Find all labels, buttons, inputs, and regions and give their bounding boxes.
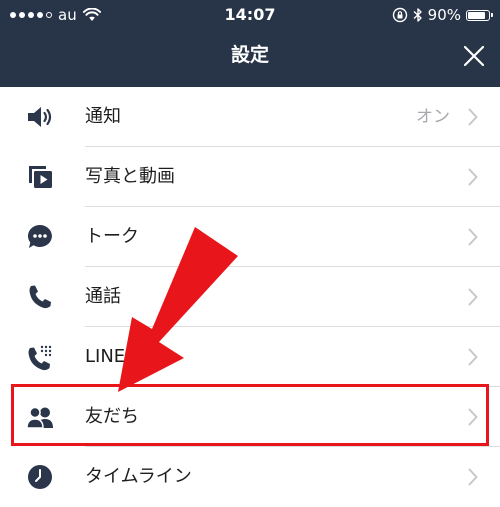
settings-item-label: LINE Out <box>85 346 164 367</box>
status-bar: au 14:07 90% <box>0 0 500 30</box>
chat-bubble-icon <box>25 223 55 251</box>
chevron-right-icon <box>468 348 478 366</box>
photo-video-icon <box>25 163 55 191</box>
settings-item-label: 通話 <box>85 286 121 307</box>
settings-item-notifications[interactable]: 通知 オン <box>0 87 500 147</box>
settings-item-timeline[interactable]: タイムライン <box>0 447 500 507</box>
chevron-right-icon <box>468 288 478 306</box>
settings-item-label: 写真と動画 <box>85 166 175 187</box>
settings-list: 通知 オン 写真と動画 トーク 通話 LINE Out 友だち タイムライン <box>0 87 500 507</box>
settings-item-value: オン <box>416 107 450 127</box>
app-header: au 14:07 90% 設定 <box>0 0 500 87</box>
phone-icon <box>25 283 55 311</box>
battery-level <box>468 11 485 19</box>
settings-item-label: 通知 <box>85 106 121 127</box>
chevron-right-icon <box>468 408 478 426</box>
page-title: 設定 <box>230 44 269 66</box>
chevron-right-icon <box>468 108 478 126</box>
line-out-phone-icon <box>25 343 55 371</box>
chevron-right-icon <box>468 468 478 486</box>
settings-item-chats[interactable]: トーク <box>0 207 500 267</box>
settings-item-photos-videos[interactable]: 写真と動画 <box>0 147 500 207</box>
settings-item-label: タイムライン <box>85 466 192 487</box>
chevron-right-icon <box>468 228 478 246</box>
friends-icon <box>25 403 55 431</box>
settings-item-label: 友だち <box>85 406 139 427</box>
bluetooth-icon <box>413 8 422 22</box>
close-button[interactable] <box>458 40 490 72</box>
clock-icon <box>25 463 55 491</box>
chevron-right-icon <box>468 168 478 186</box>
settings-item-label: トーク <box>85 226 139 247</box>
orientation-lock-icon <box>392 7 407 23</box>
settings-item-friends[interactable]: 友だち <box>0 387 500 447</box>
speaker-icon <box>25 103 55 131</box>
status-right: 90% <box>392 4 493 26</box>
battery-icon <box>466 9 493 21</box>
settings-item-line-out[interactable]: LINE Out <box>0 327 500 387</box>
close-icon <box>463 45 485 67</box>
settings-item-calls[interactable]: 通話 <box>0 267 500 327</box>
battery-percent: 90% <box>427 6 461 24</box>
